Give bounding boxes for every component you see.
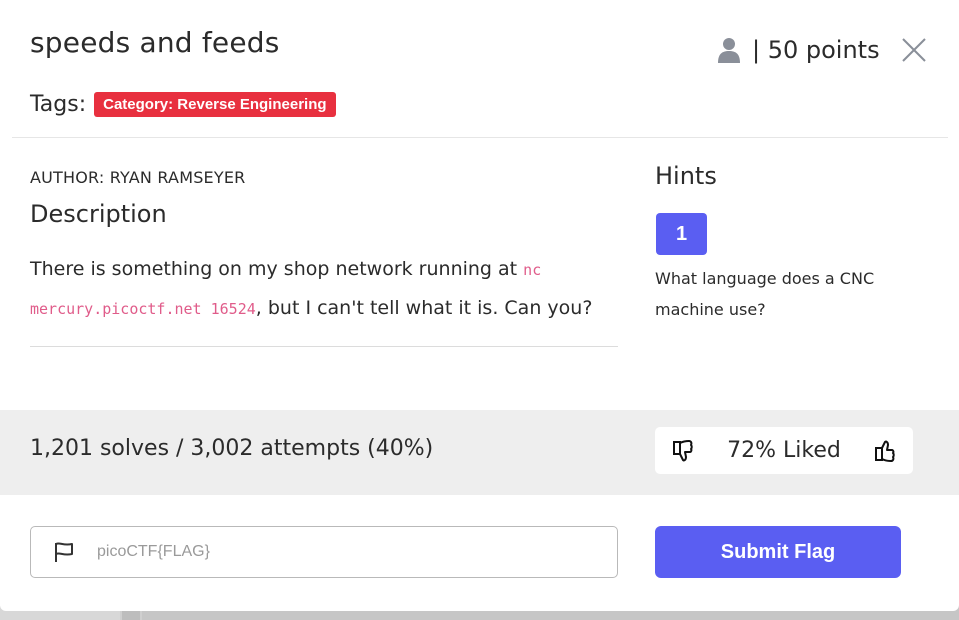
tags-label: Tags:: [30, 92, 87, 117]
user-icon: [718, 38, 740, 63]
solves-stats: 1,201 solves / 3,002 attempts (40%): [30, 436, 434, 461]
description-text: There is something on my shop network ru…: [30, 250, 620, 328]
tags-row: Tags: Category: Reverse Engineering: [30, 92, 336, 117]
liked-percentage: 72% Liked: [727, 438, 841, 463]
thumbs-up-icon[interactable]: [873, 439, 897, 463]
challenge-title: speeds and feeds: [30, 26, 280, 59]
challenge-modal: speeds and feeds | 50 points Tags: Categ…: [0, 0, 959, 611]
flag-input[interactable]: [95, 542, 617, 562]
hint-1-text: What language does a CNC machine use?: [655, 269, 875, 319]
author-line: AUTHOR: RYAN RAMSEYER: [30, 168, 246, 187]
flag-icon: [55, 542, 73, 562]
flag-field[interactable]: [30, 526, 618, 578]
rating-box: 72% Liked: [655, 427, 913, 474]
category-tag[interactable]: Category: Reverse Engineering: [94, 92, 336, 117]
description-divider: [30, 346, 618, 347]
hints-heading: Hints: [655, 162, 717, 190]
hint-1-button[interactable]: 1: [656, 213, 707, 255]
points-text: | 50 points: [752, 36, 880, 64]
description-heading: Description: [30, 200, 167, 228]
submit-flag-button[interactable]: Submit Flag: [655, 526, 901, 578]
close-icon[interactable]: [900, 36, 928, 64]
points-display: | 50 points: [718, 34, 880, 66]
thumbs-down-icon[interactable]: [671, 439, 695, 463]
header-divider: [12, 137, 948, 138]
description-before: There is something on my shop network ru…: [30, 258, 524, 280]
description-after: , but I can't tell what it is. Can you?: [255, 297, 593, 319]
